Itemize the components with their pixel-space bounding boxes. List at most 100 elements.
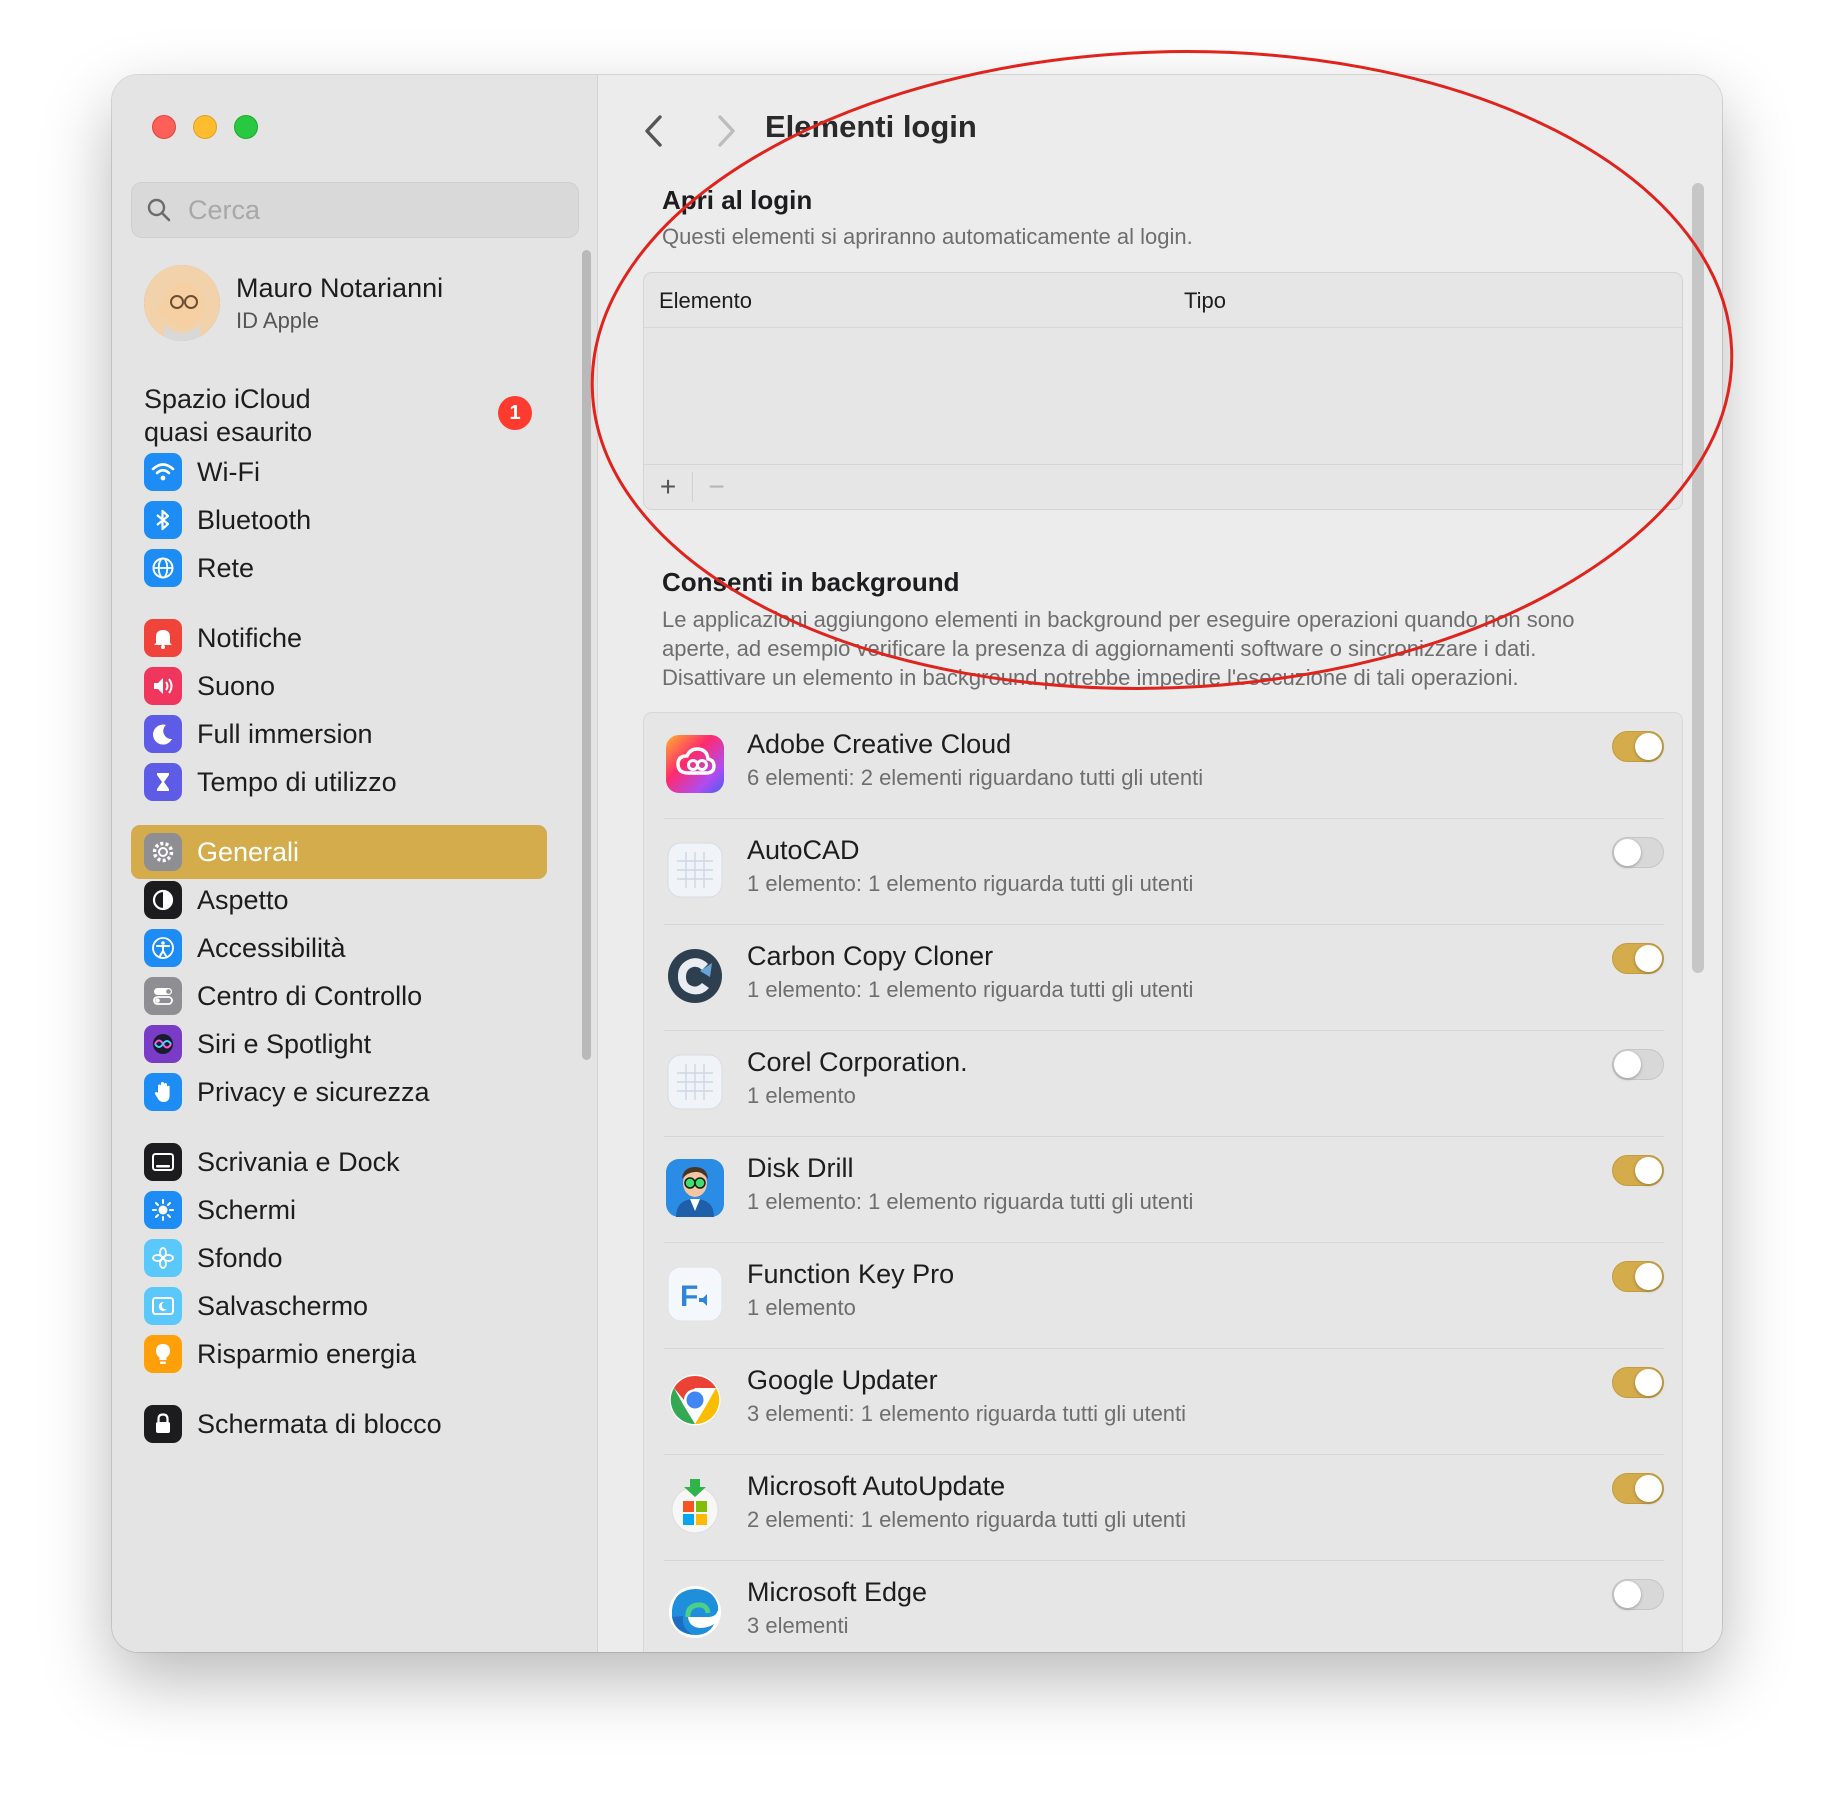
icloud-storage-notice[interactable]: Spazio iCloud quasi esaurito: [144, 383, 474, 449]
sidebar-item-salvaschermo[interactable]: Salvaschermo: [131, 1279, 547, 1333]
login-items-table[interactable]: Elemento Tipo + −: [643, 272, 1683, 510]
sidebar-item-notifiche[interactable]: Notifiche: [131, 611, 547, 665]
sidebar-item-full-immersion[interactable]: Full immersion: [131, 707, 547, 761]
background-description-line: aperte, ad esempio verificare la presenz…: [662, 636, 1537, 661]
background-toggle[interactable]: [1612, 1473, 1664, 1504]
background-toggle[interactable]: [1612, 1579, 1664, 1610]
background-description-line: Le applicazioni aggiungono elementi in b…: [662, 607, 1575, 632]
search-placeholder: Cerca: [188, 194, 261, 225]
background-items-list: Adobe Creative Cloud 6 elementi: 2 elemen…: [643, 712, 1683, 1652]
sidebar-item-generali[interactable]: Generali: [131, 825, 547, 879]
sidebar: Cerca Mauro Notarianni ID Apple Spazio i…: [112, 75, 598, 1652]
ms-autoupdate-icon: [666, 1477, 724, 1535]
gear-icon: [144, 833, 182, 871]
column-header-tipo[interactable]: Tipo: [1184, 288, 1226, 314]
sidebar-item-suono[interactable]: Suono: [131, 659, 547, 713]
generic-app-icon: [666, 1053, 724, 1111]
speaker-icon: [144, 667, 182, 705]
chrome-icon: [666, 1371, 724, 1429]
back-chevron-icon[interactable]: [639, 111, 669, 151]
main-panel: Elementi login Apri al login Questi elem…: [599, 75, 1722, 1652]
app-name: Function Key Pro: [747, 1259, 955, 1289]
background-toggle[interactable]: [1612, 1367, 1664, 1398]
sidebar-item-schermata-di-blocco[interactable]: Schermata di blocco: [131, 1397, 547, 1451]
sidebar-item-label: Accessibilità: [197, 932, 346, 963]
background-toggle[interactable]: [1612, 731, 1664, 762]
sun-icon: [144, 1191, 182, 1229]
globe-icon: [144, 549, 182, 587]
sidebar-item-aspetto[interactable]: Aspetto: [131, 873, 547, 927]
table-header: Elemento Tipo: [644, 273, 1682, 328]
profile-name: Mauro Notarianni: [236, 272, 444, 303]
background-description-line: Disattivare un elemento in background po…: [662, 665, 1519, 690]
background-toggle[interactable]: [1612, 1155, 1664, 1186]
sidebar-scrollbar[interactable]: [582, 250, 591, 1060]
control-center-icon: [144, 977, 182, 1015]
zoom-button[interactable]: [234, 115, 258, 139]
sidebar-item-label: Generali: [197, 836, 300, 867]
list-item: Microsoft Edge 3 elementi: [644, 1561, 1682, 1652]
list-item: Disk Drill 1 elemento: 1 elemento riguard…: [644, 1137, 1682, 1243]
sidebar-item-accessibilit-[interactable]: Accessibilità: [131, 921, 547, 975]
sidebar-item-tempo-di-utilizzo[interactable]: Tempo di utilizzo: [131, 755, 547, 809]
app-name: Google Updater: [747, 1365, 938, 1395]
app-name: AutoCAD: [747, 835, 860, 865]
app-detail: 3 elementi: 1 elemento riguarda tutti gl…: [747, 1401, 1187, 1426]
list-item: Microsoft AutoUpdate 2 elementi: 1 elemen…: [644, 1455, 1682, 1561]
app-detail: 1 elemento: [747, 1083, 856, 1108]
sidebar-item-label: Tempo di utilizzo: [197, 766, 397, 797]
sidebar-item-label: Schermata di blocco: [197, 1408, 442, 1439]
list-item: Corel Corporation. 1 elemento: [644, 1031, 1682, 1137]
dock-icon: [144, 1143, 182, 1181]
background-toggle[interactable]: [1612, 837, 1664, 868]
sidebar-item-label: Risparmio energia: [197, 1338, 417, 1369]
sidebar-item-rete[interactable]: Rete: [131, 541, 547, 595]
sidebar-item-label: Bluetooth: [197, 504, 312, 535]
sidebar-item-centro-di-controllo[interactable]: Centro di Controllo: [131, 969, 547, 1023]
main-scrollbar[interactable]: [1692, 183, 1704, 973]
background-section-description: Le applicazioni aggiungono elementi in b…: [662, 605, 1662, 692]
sidebar-item-siri-e-spotlight[interactable]: Siri e Spotlight: [131, 1017, 547, 1071]
sidebar-item-risparmio-energia[interactable]: Risparmio energia: [131, 1327, 547, 1381]
list-item: Carbon Copy Cloner 1 elemento: 1 elemento…: [644, 925, 1682, 1031]
background-toggle[interactable]: [1612, 943, 1664, 974]
sidebar-item-bluetooth[interactable]: Bluetooth: [131, 493, 547, 547]
function-key-icon: F: [666, 1265, 724, 1323]
sidebar-item-schermi[interactable]: Schermi: [131, 1183, 547, 1237]
sidebar-item-wi-fi[interactable]: Wi-Fi: [131, 445, 547, 499]
sidebar-item-privacy-e-sicurezza[interactable]: Privacy e sicurezza: [131, 1065, 547, 1119]
apple-id-profile[interactable]: Mauro Notarianni ID Apple: [144, 265, 443, 341]
background-section-title: Consenti in background: [662, 567, 960, 597]
list-item: AutoCAD 1 elemento: 1 elemento riguarda t…: [644, 819, 1682, 925]
bluetooth-icon: [144, 501, 182, 539]
background-toggle[interactable]: [1612, 1049, 1664, 1080]
app-name: Carbon Copy Cloner: [747, 941, 994, 971]
remove-item-button[interactable]: −: [692, 472, 740, 502]
sidebar-item-label: Centro di Controllo: [197, 980, 423, 1011]
app-detail: 1 elemento: 1 elemento riguarda tutti gl…: [747, 1189, 1194, 1214]
sidebar-item-scrivania-e-dock[interactable]: Scrivania e Dock: [131, 1135, 547, 1189]
ccc-icon: [666, 947, 724, 1005]
sidebar-item-label: Aspetto: [197, 884, 289, 915]
app-name: Disk Drill: [747, 1153, 854, 1183]
app-name: Adobe Creative Cloud: [747, 729, 1012, 759]
close-button[interactable]: [152, 115, 176, 139]
list-item: Google Updater 3 elementi: 1 elemento rig…: [644, 1349, 1682, 1455]
app-name: Microsoft Edge: [747, 1577, 928, 1607]
bell-icon: [144, 619, 182, 657]
minimize-button[interactable]: [193, 115, 217, 139]
add-item-button[interactable]: +: [644, 471, 692, 503]
lock-icon: [144, 1405, 182, 1443]
forward-chevron-icon[interactable]: [711, 111, 741, 151]
background-toggle[interactable]: [1612, 1261, 1664, 1292]
search-input[interactable]: Cerca: [131, 182, 579, 238]
column-header-elemento[interactable]: Elemento: [659, 288, 752, 314]
login-section-description: Questi elementi si apriranno automaticam…: [662, 224, 1193, 249]
sidebar-item-label: Rete: [197, 552, 255, 583]
lightbulb-icon: [144, 1335, 182, 1373]
app-detail: 6 elementi: 2 elementi riguardano tutti …: [747, 765, 1204, 790]
app-detail: 2 elementi: 1 elemento riguarda tutti gl…: [747, 1507, 1187, 1532]
avatar: [144, 265, 220, 341]
sidebar-item-sfondo[interactable]: Sfondo: [131, 1231, 547, 1285]
screensaver-icon: [144, 1287, 182, 1325]
